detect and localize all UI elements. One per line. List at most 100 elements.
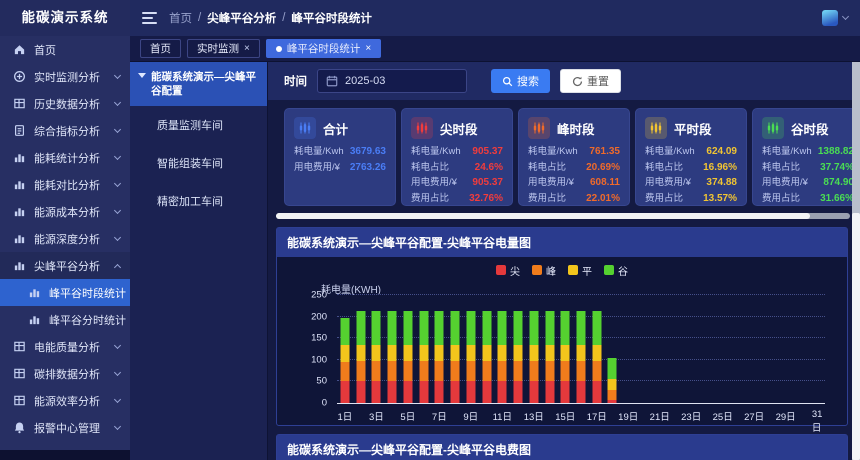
tab-label: 实时监测 xyxy=(197,41,239,56)
bell-icon xyxy=(13,421,26,434)
sidebar-item-energy-efficiency[interactable]: 能源效率分析 xyxy=(0,387,130,414)
y-tick-label: 200 xyxy=(311,311,327,322)
metric-label: 耗电量/Kwh xyxy=(294,144,344,160)
tree-item-workshop-quality[interactable]: 质量监测车间 xyxy=(130,106,267,144)
chevron-down-icon xyxy=(114,233,121,240)
tree-item-workshop-assembly[interactable]: 智能组装车间 xyxy=(130,144,267,182)
metric-value: 905.37 xyxy=(472,144,503,160)
vertical-scrollbar[interactable] xyxy=(852,62,860,460)
menu-collapse-icon[interactable] xyxy=(142,9,157,27)
bar-segment-平 xyxy=(577,345,586,361)
breadcrumb-item[interactable]: 尖峰平谷分析 xyxy=(207,10,276,26)
sidebar-item-label: 能耗对比分析 xyxy=(34,177,100,193)
sidebar-item-history-analysis[interactable]: 历史数据分析 xyxy=(0,90,130,117)
horizontal-scrollbar-thumb[interactable] xyxy=(276,213,810,219)
tree-collapse-icon xyxy=(138,73,146,78)
candles-icon xyxy=(762,117,784,139)
sidebar-item-power-quality[interactable]: 电能质量分析 xyxy=(0,333,130,360)
sidebar-item-label: 能源深度分析 xyxy=(34,231,100,247)
card-metric-row: 费用占比13.57% xyxy=(645,191,737,207)
tree-item-workshop-precision[interactable]: 精密加工车间 xyxy=(130,182,267,220)
bar-day-8 xyxy=(451,311,460,403)
card-metric-row: 费用占比22.01% xyxy=(528,191,620,207)
date-value: 2025-03 xyxy=(345,75,385,87)
sidebar-item-energy-compare[interactable]: 能耗对比分析 xyxy=(0,171,130,198)
bar-segment-尖 xyxy=(545,381,554,403)
caret-down-icon[interactable] xyxy=(842,13,849,20)
bar-day-13 xyxy=(529,311,538,403)
topbar-right xyxy=(822,10,848,26)
x-tick-label: 11日 xyxy=(493,409,512,423)
bar-segment-峰 xyxy=(561,361,570,380)
date-input[interactable]: 2025-03 xyxy=(317,69,467,93)
table-icon xyxy=(13,394,26,407)
x-tick-label: 13日 xyxy=(524,409,544,423)
sidebar-item-peak-period-stats[interactable]: 峰平谷时段统计 xyxy=(0,279,130,306)
candles-icon xyxy=(528,117,550,139)
sidebar-item-peak-time-stats[interactable]: 峰平谷分时统计 xyxy=(0,306,130,333)
bar-segment-峰 xyxy=(403,361,412,380)
sidebar-item-energy-depth[interactable]: 能源深度分析 xyxy=(0,225,130,252)
legend-swatch xyxy=(532,265,542,275)
sidebar-item-realtime-analysis[interactable]: 实时监测分析 xyxy=(0,63,130,90)
legend-item-谷[interactable]: 谷 xyxy=(604,263,628,278)
metric-label: 耗电量/Kwh xyxy=(645,144,695,160)
bar-chart-icon xyxy=(13,178,26,191)
gridline-250: 250 xyxy=(337,294,825,295)
sidebar-item-carbon-data[interactable]: 碳排数据分析 xyxy=(0,360,130,387)
user-avatar[interactable] xyxy=(822,10,838,26)
metric-label: 用电费用/¥ xyxy=(294,160,340,176)
metric-label: 费用占比 xyxy=(528,191,566,207)
table-icon xyxy=(13,394,26,407)
candles-icon xyxy=(298,121,312,135)
stat-card-sharp: 尖时段耗电量/Kwh905.37耗电占比24.6%用电费用/¥905.37费用占… xyxy=(401,108,513,206)
sidebar-item-peak-valley[interactable]: 尖峰平谷分析 xyxy=(0,252,130,279)
bar-day-9 xyxy=(466,311,475,403)
metric-label: 费用占比 xyxy=(645,191,683,207)
home-icon xyxy=(13,43,26,56)
close-icon[interactable]: × xyxy=(244,44,250,54)
vertical-scrollbar-thumb[interactable] xyxy=(852,213,860,460)
sidebar-item-energy-stats[interactable]: 能耗统计分析 xyxy=(0,144,130,171)
legend-swatch xyxy=(496,265,506,275)
sidebar-item-alarm-center[interactable]: 报警中心管理 xyxy=(0,414,130,441)
bar-segment-谷 xyxy=(529,311,538,344)
reset-button[interactable]: 重置 xyxy=(560,69,621,93)
bar-chart-icon xyxy=(13,232,26,245)
close-icon[interactable]: × xyxy=(365,44,371,54)
tab-home[interactable]: 首页 xyxy=(140,39,181,58)
bar-segment-峰 xyxy=(592,361,601,380)
bar-segment-尖 xyxy=(514,381,523,403)
metric-value: 32.76% xyxy=(469,191,503,207)
sidebar-item-label: 首页 xyxy=(34,42,56,58)
app-title: 能碳演示系统 xyxy=(0,0,130,36)
sidebar-item-energy-cost[interactable]: 能源成本分析 xyxy=(0,198,130,225)
metric-label: 耗电占比 xyxy=(528,160,566,176)
chevron-down-icon xyxy=(114,98,121,105)
stat-card-total: 合计耗电量/Kwh3679.63用电费用/¥2763.26 xyxy=(284,108,396,206)
tab-peak-period-stats[interactable]: 峰平谷时段统计× xyxy=(266,39,381,58)
bar-segment-谷 xyxy=(592,311,601,344)
legend-item-尖[interactable]: 尖 xyxy=(496,263,520,278)
calendar-icon xyxy=(326,75,338,87)
tab-realtime-monitor[interactable]: 实时监测 × xyxy=(187,39,260,58)
card-metric-row: 耗电量/Kwh1388.82 xyxy=(762,144,852,160)
horizontal-scrollbar[interactable] xyxy=(276,213,850,219)
x-tick-label: 7日 xyxy=(432,409,447,423)
bar-day-10 xyxy=(482,311,491,403)
legend-item-平[interactable]: 平 xyxy=(568,263,592,278)
breadcrumb-item[interactable]: 首页 xyxy=(169,10,192,26)
chevron-down-icon xyxy=(114,395,121,402)
x-tick-label: 1日 xyxy=(337,409,352,423)
tree-root-node[interactable]: 能碳系统演示—尖峰平谷配置 xyxy=(130,62,267,106)
card-metric-row: 耗电量/Kwh905.37 xyxy=(411,144,503,160)
card-metric-row: 耗电量/Kwh3679.63 xyxy=(294,144,386,160)
content-area: 能碳系统演示—尖峰平谷配置 质量监测车间智能组装车间精密加工车间 时间 2025… xyxy=(130,62,860,460)
bar-segment-尖 xyxy=(388,381,397,403)
sidebar-item-home[interactable]: 首页 xyxy=(0,36,130,63)
table-icon xyxy=(13,367,26,380)
sidebar-item-composite-index[interactable]: 综合指标分析 xyxy=(0,117,130,144)
breadcrumb-item[interactable]: 峰平谷时段统计 xyxy=(291,10,372,26)
legend-item-峰[interactable]: 峰 xyxy=(532,263,556,278)
search-button[interactable]: 搜索 xyxy=(491,69,550,93)
